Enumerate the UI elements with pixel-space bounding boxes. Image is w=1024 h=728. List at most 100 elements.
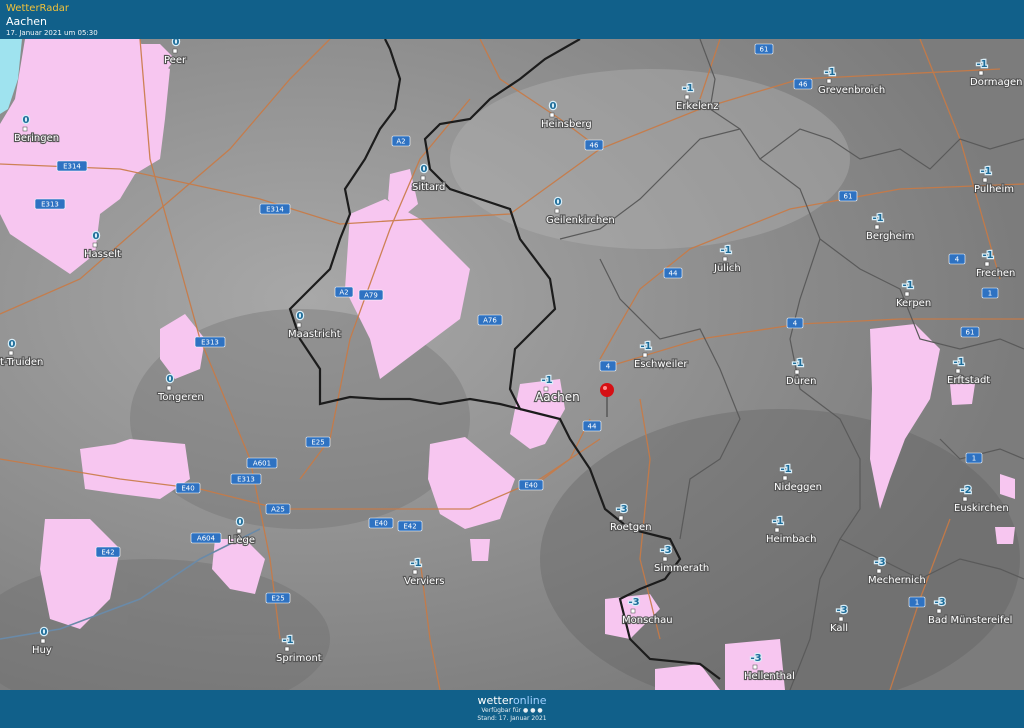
place-name: Huy [32,645,52,656]
temperature-label: -3 [934,597,945,608]
temperature-label: -1 [640,341,651,352]
app-footer: wetteronline Verfügbar für ● ● ● Stand: … [0,690,1024,728]
road-number: E40 [374,520,387,528]
road-shield: A76 [477,314,503,326]
place-name: Hellenthal [744,671,795,682]
road-shield: A604 [190,532,222,544]
place-marker [22,126,28,132]
temperature-label: -1 [980,166,991,177]
place-name: Düren [786,376,816,387]
place-marker [630,608,636,614]
road-shield: 46 [584,139,604,151]
temperature-label: 0 [9,339,16,350]
place-name: Beringen [14,133,59,144]
place-marker [554,208,560,214]
road-number: E40 [181,485,194,493]
place-marker [752,664,758,670]
place-marker [774,527,780,533]
temperature-label: -1 [282,635,293,646]
road-shield: E314 [259,203,291,215]
place-marker [172,48,178,54]
temperature-label: -1 [824,67,835,78]
road-number: A2 [339,289,348,297]
place-name: Hasselt [84,249,121,260]
place-marker [826,78,832,84]
place-name: Jülich [713,263,741,274]
place-name: t-Truiden [0,357,43,368]
temperature-label: -1 [720,245,731,256]
place-marker [642,352,648,358]
place-name: Peer [164,55,187,66]
road-number: 61 [966,329,975,337]
place-name: Nideggen [774,482,822,493]
place-marker [296,322,302,328]
place-name: Euskirchen [954,503,1009,514]
place-marker [92,242,98,248]
road-shield: 61 [960,326,980,338]
place-marker [782,475,788,481]
road-shield: 61 [838,190,858,202]
availability-text: Verfügbar für ● ● ● [481,707,543,714]
place-marker [982,177,988,183]
place-name: Monschau [622,615,673,626]
place-name: Erkelenz [676,101,719,112]
place-name: Heinsberg [541,119,592,130]
place-marker [166,385,172,391]
temperature-label: 0 [550,101,557,112]
road-number: E313 [237,476,255,484]
road-number: 61 [844,193,853,201]
radar-map[interactable]: E314 E313 E314 A2 A2 A79 A76 E313 E25 A601 E313 E40… [0,39,1024,690]
place-name: Erftstadt [947,375,990,386]
place-name: Kerpen [896,298,931,309]
road-number: E314 [266,206,284,214]
location-name: Aachen [6,15,48,28]
road-number: A604 [197,535,216,543]
road-number: A2 [396,138,405,146]
road-number: E313 [201,339,219,347]
road-shield: E314 [56,160,88,172]
temperature-label: -3 [616,504,627,515]
place-marker [904,291,910,297]
temperature-label: -1 [982,250,993,261]
place-marker [618,515,624,521]
place-marker [722,256,728,262]
temperature-label: -1 [953,357,964,368]
place-marker [962,496,968,502]
place-marker [8,350,14,356]
brand-logo: wetteronline [477,694,547,707]
road-shield: 1 [965,452,983,464]
place-marker [412,569,418,575]
road-shield: 4 [599,360,617,372]
temperature-label: 0 [237,517,244,528]
road-shield: 44 [582,420,602,432]
place-marker [662,556,668,562]
temperature-label: -3 [750,653,761,664]
road-shield: E40 [368,517,394,529]
place-name: Aachen [535,390,580,404]
place-name: Liège [228,534,255,546]
status-text: Stand: 17. Januar 2021 [477,715,547,722]
place-marker [978,70,984,76]
road-shield: 44 [663,267,683,279]
road-shield: E25 [305,436,331,448]
road-number: 44 [669,270,678,278]
temperature-label: -1 [410,558,421,569]
road-shield: 61 [754,43,774,55]
place-name: Sprimont [276,653,322,664]
place-name: Pulheim [974,184,1014,195]
road-number: 4 [793,320,798,328]
road-number: E42 [403,523,416,531]
road-number: A25 [271,506,285,514]
road-number: E313 [41,201,59,209]
road-number: E25 [271,595,284,603]
map-canvas[interactable]: E314 E313 E314 A2 A2 A79 A76 E313 E25 A601 E313 E40… [0,39,1024,690]
road-shield: 4 [948,253,966,265]
place-marker [876,568,882,574]
temperature-label: 0 [297,311,304,322]
road-shield: E313 [34,198,66,210]
temperature-label: -1 [780,464,791,475]
place-name: Maastricht [288,329,341,340]
road-number: 46 [590,142,599,150]
road-number: 1 [915,599,919,607]
road-number: 1 [988,290,992,298]
